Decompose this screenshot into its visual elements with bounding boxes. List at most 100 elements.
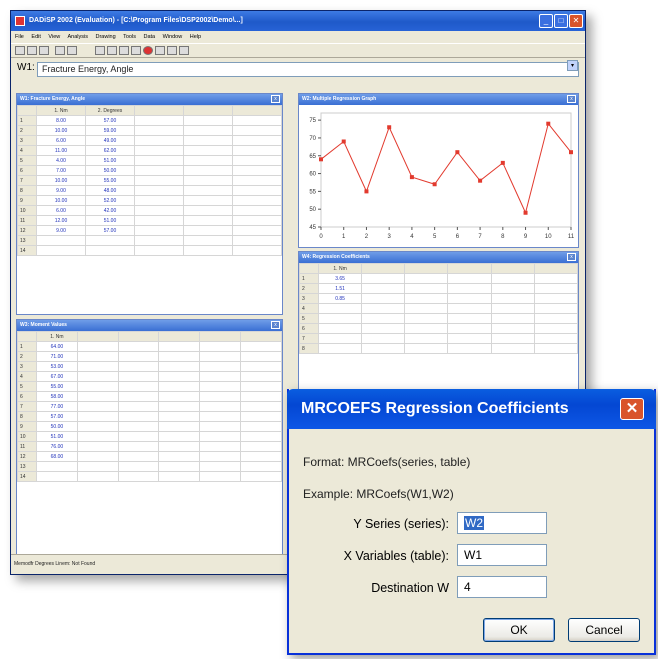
w1-cell[interactable] <box>134 175 184 186</box>
w3-cell[interactable] <box>199 401 242 412</box>
w3-column-header[interactable]: 1. Nm <box>36 331 78 342</box>
w4-cell[interactable] <box>447 333 492 344</box>
w1-cell[interactable] <box>183 125 233 136</box>
w3-cell[interactable] <box>158 451 201 462</box>
w4-row-number[interactable]: 1 <box>299 273 319 284</box>
w3-table-row[interactable]: 10 51.00 <box>17 431 282 442</box>
w1-table-row[interactable]: 7 10.00 55.00 <box>17 175 282 186</box>
w1-table-row[interactable]: 14 <box>17 245 282 256</box>
w1-row-number[interactable]: 2 <box>17 125 37 136</box>
w1-cell[interactable] <box>134 195 184 206</box>
w1-column-header[interactable] <box>232 105 282 116</box>
w1-cell[interactable] <box>183 145 233 156</box>
w1-cell[interactable]: 6.00 <box>36 205 86 216</box>
w3-cell[interactable] <box>117 451 160 462</box>
w4-cell[interactable]: 0.85 <box>317 293 363 304</box>
bar-chart-icon[interactable] <box>119 46 129 55</box>
zoom-icon[interactable] <box>131 46 141 55</box>
w3-cell[interactable] <box>76 471 119 482</box>
w1-cell[interactable]: 62.00 <box>85 145 135 156</box>
w1-column-header[interactable] <box>183 105 233 116</box>
w4-cell[interactable] <box>361 333 406 344</box>
w1-cell[interactable]: 9.00 <box>36 185 86 196</box>
w1-row-number[interactable]: 8 <box>17 185 37 196</box>
w3-table-row[interactable]: 3 53.00 <box>17 361 282 372</box>
w1-cell[interactable] <box>183 195 233 206</box>
w3-cell[interactable] <box>117 461 160 472</box>
w1-cell[interactable] <box>183 215 233 226</box>
w3-cell[interactable] <box>158 401 201 412</box>
w1-cell[interactable] <box>183 135 233 146</box>
window-w2[interactable]: W2: Multiple Regression Graph x 45 50 55 60… <box>298 93 579 248</box>
w1-cell[interactable] <box>232 215 282 226</box>
w4-column-header[interactable] <box>447 263 492 274</box>
w3-cell[interactable] <box>76 371 119 382</box>
w1-cell[interactable] <box>183 205 233 216</box>
w3-row-number[interactable]: 6 <box>17 391 37 402</box>
w3-cell[interactable] <box>240 461 282 472</box>
w4-cell[interactable] <box>361 293 406 304</box>
help-pointer-icon[interactable] <box>179 46 189 55</box>
w4-row-number[interactable]: 2 <box>299 283 319 294</box>
w3-cell[interactable] <box>117 351 160 362</box>
w3-row-number[interactable]: 2 <box>17 351 37 362</box>
w3-cell[interactable] <box>76 431 119 442</box>
w1-cell[interactable] <box>183 235 233 246</box>
w1-cell[interactable]: 57.00 <box>85 225 135 236</box>
w3-cell[interactable] <box>76 441 119 452</box>
w4-cell[interactable] <box>533 273 579 284</box>
w3-cell[interactable] <box>76 451 119 462</box>
w3-cell[interactable] <box>158 341 201 352</box>
w1-row-number[interactable]: 1 <box>17 115 37 126</box>
w3-cell[interactable] <box>199 421 242 432</box>
w1-cell[interactable] <box>134 135 184 146</box>
w3-cell[interactable] <box>199 361 242 372</box>
close-icon[interactable]: x <box>271 95 280 103</box>
w1-column-header[interactable] <box>134 105 184 116</box>
w4-row-number[interactable]: 5 <box>299 313 319 324</box>
w4-cell[interactable]: 3.65 <box>317 273 363 284</box>
w4-cell[interactable] <box>490 323 535 334</box>
italic-icon[interactable] <box>79 46 89 55</box>
w3-column-header[interactable] <box>117 331 160 342</box>
w4-cell[interactable] <box>447 343 492 354</box>
w1-cell[interactable] <box>232 175 282 186</box>
w4-column-header[interactable]: 1. Nm <box>317 263 363 274</box>
w3-table-row[interactable]: 11 76.00 <box>17 441 282 452</box>
w3-cell[interactable]: 55.00 <box>36 381 78 392</box>
w1-row-number[interactable]: 14 <box>17 245 37 256</box>
ok-button[interactable]: OK <box>483 618 555 642</box>
w3-cell[interactable]: 58.00 <box>36 391 78 402</box>
w4-cell[interactable] <box>317 343 363 354</box>
w1-cell[interactable] <box>134 235 184 246</box>
w3-cell[interactable] <box>158 411 201 422</box>
print-preview-icon[interactable] <box>67 46 77 55</box>
w3-cell[interactable] <box>158 351 201 362</box>
w3-table-row[interactable]: 2 71.00 <box>17 351 282 362</box>
w1-cell[interactable] <box>232 225 282 236</box>
menu-file[interactable]: File <box>15 34 24 40</box>
close-icon[interactable]: x <box>271 321 280 329</box>
w4-cell[interactable] <box>404 303 449 314</box>
w3-cell[interactable] <box>158 391 201 402</box>
w3-cell[interactable] <box>158 471 201 482</box>
w4-cell[interactable]: 1.51 <box>317 283 363 294</box>
w1-table-row[interactable]: 4 11.00 62.00 <box>17 145 282 156</box>
w3-cell[interactable] <box>76 461 119 472</box>
table-icon[interactable] <box>107 46 117 55</box>
w3-cell[interactable] <box>199 451 242 462</box>
w1-cell[interactable]: 57.00 <box>85 115 135 126</box>
w1-row-number[interactable]: 12 <box>17 225 37 236</box>
w3-cell[interactable] <box>76 381 119 392</box>
w3-row-number[interactable]: 1 <box>17 341 37 352</box>
w4-cell[interactable] <box>404 333 449 344</box>
chevron-down-icon[interactable]: ▾ <box>567 60 578 71</box>
w1-cell[interactable] <box>232 185 282 196</box>
w4-cell[interactable] <box>490 313 535 324</box>
w4-table[interactable]: 1. Nm 1 3.65 2 1.51 3 0.85 4 5 6 7 8 <box>299 263 579 354</box>
w4-cell[interactable] <box>490 293 535 304</box>
w4-cell[interactable] <box>404 283 449 294</box>
w3-cell[interactable] <box>240 381 282 392</box>
w3-column-header[interactable] <box>158 331 201 342</box>
w3-cell[interactable] <box>117 341 160 352</box>
